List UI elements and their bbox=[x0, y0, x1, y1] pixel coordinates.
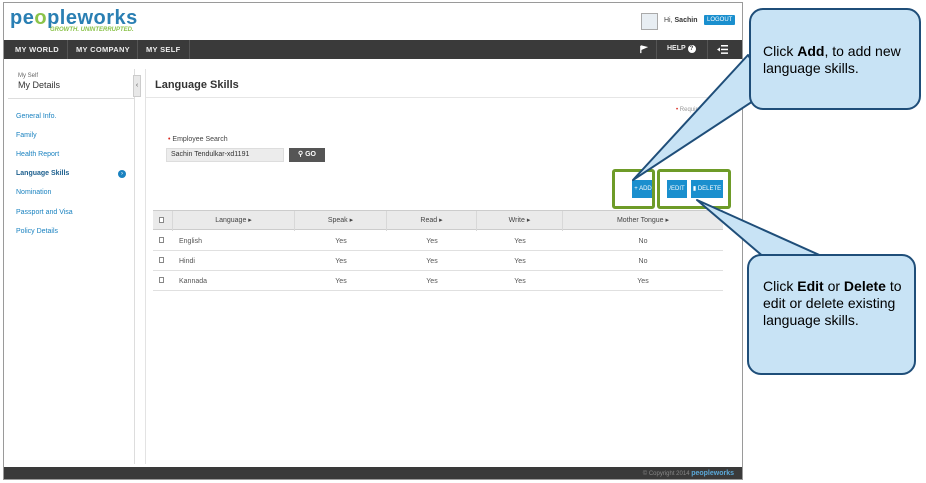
row-checkbox[interactable] bbox=[159, 257, 164, 263]
select-all-cell bbox=[153, 211, 173, 231]
go-label: GO bbox=[305, 151, 316, 158]
edit-delete-callout: Click Edit or Delete to edit or delete e… bbox=[747, 254, 916, 375]
add-callout: Click Add, to add new language skills. bbox=[749, 8, 921, 110]
logo-tagline: GROWTH. UNINTERRUPTED. bbox=[50, 27, 134, 33]
cell-language: Kannada bbox=[179, 278, 208, 285]
table-row[interactable]: Kannada Yes Yes Yes Yes bbox=[153, 272, 723, 291]
sidebar-header: My Self My Details bbox=[8, 69, 135, 99]
go-button[interactable]: ⚲ GO bbox=[289, 148, 325, 162]
cell-language: English bbox=[179, 238, 202, 245]
required-label: Required bbox=[679, 107, 705, 113]
collapse-sidebar-button[interactable]: ‹ bbox=[133, 75, 141, 97]
sidebar-item-language-skills[interactable]: Language Skills bbox=[16, 170, 69, 177]
arrow-right-icon: › bbox=[118, 170, 126, 178]
logout-button[interactable]: LOGOUT bbox=[704, 15, 736, 25]
callout-text: or bbox=[823, 278, 844, 294]
main-nav: MY WORLD MY COMPANY MY SELF HELP ? bbox=[4, 40, 742, 59]
copyright-text: © Copyright 2014 bbox=[642, 471, 690, 477]
logo-text: peopleworks bbox=[10, 7, 138, 29]
avatar[interactable] bbox=[641, 13, 658, 30]
callout-bold: Edit bbox=[797, 278, 824, 294]
footer-brand: peopleworks bbox=[691, 470, 734, 477]
employee-search-label: • Employee Search bbox=[168, 136, 228, 143]
callout-text: Click bbox=[763, 278, 798, 294]
help-label: HELP bbox=[667, 45, 686, 52]
nav-divider bbox=[189, 40, 190, 59]
column-label: Language bbox=[215, 217, 247, 224]
flag-icon[interactable] bbox=[639, 45, 649, 56]
cell-read: Yes bbox=[426, 278, 438, 285]
nav-my-company[interactable]: MY COMPANY bbox=[76, 45, 130, 54]
callout-bold: Add bbox=[797, 43, 825, 59]
edit-delete-highlight bbox=[657, 169, 731, 209]
table-header: Language ▸ Speak ▸ Read ▸ Write ▸ Mother… bbox=[153, 210, 723, 231]
app-window: peopleworks GROWTH. UNINTERRUPTED. Hi, S… bbox=[3, 2, 743, 480]
employee-search-text: Employee Search bbox=[172, 136, 228, 143]
column-header-language[interactable]: Language ▸ bbox=[173, 211, 295, 231]
sidebar-item-nomination[interactable]: Nomination bbox=[16, 189, 51, 196]
row-checkbox[interactable] bbox=[159, 277, 164, 283]
brand-logo[interactable]: peopleworks GROWTH. UNINTERRUPTED. bbox=[10, 7, 138, 33]
select-all-checkbox[interactable] bbox=[159, 217, 164, 223]
row-checkbox[interactable] bbox=[159, 237, 164, 243]
sidebar-title: My Details bbox=[18, 80, 61, 90]
required-note: • Required bbox=[676, 107, 704, 113]
sidebar-item-health-report[interactable]: Health Report bbox=[16, 151, 59, 158]
cell-read: Yes bbox=[426, 258, 438, 265]
cell-read: Yes bbox=[426, 238, 438, 245]
column-label: Read bbox=[420, 217, 438, 224]
sidebar-subtitle: My Self bbox=[18, 73, 39, 79]
cell-speak: Yes bbox=[335, 238, 347, 245]
callout-text: Click bbox=[763, 43, 798, 59]
cell-mother-tongue: No bbox=[638, 238, 648, 245]
sidebar-item-policy-details[interactable]: Policy Details bbox=[16, 228, 58, 235]
divider bbox=[146, 97, 740, 98]
cell-write: Yes bbox=[514, 258, 526, 265]
help-icon: ? bbox=[687, 45, 696, 53]
main-content: Language Skills • Required • Employee Se… bbox=[145, 69, 740, 464]
required-star: • bbox=[168, 136, 171, 143]
nav-divider bbox=[707, 40, 708, 59]
page-title: Language Skills bbox=[155, 79, 239, 91]
column-label: Write bbox=[508, 217, 525, 224]
help-button[interactable]: HELP ? bbox=[667, 45, 696, 53]
greeting-text: Hi, bbox=[664, 17, 673, 24]
nav-my-self[interactable]: MY SELF bbox=[146, 45, 180, 54]
top-header: peopleworks GROWTH. UNINTERRUPTED. Hi, S… bbox=[4, 3, 742, 39]
column-header-write[interactable]: Write ▸ bbox=[477, 211, 563, 231]
cell-speak: Yes bbox=[335, 258, 347, 265]
user-greeting: Hi, Sachin bbox=[664, 17, 697, 24]
table-row[interactable]: Hindi Yes Yes Yes No bbox=[153, 252, 723, 271]
callout-bold: Delete bbox=[843, 278, 886, 294]
table-row[interactable]: English Yes Yes Yes No bbox=[153, 232, 723, 251]
column-header-read[interactable]: Read ▸ bbox=[387, 211, 477, 231]
nav-divider bbox=[67, 40, 68, 59]
employee-search-input[interactable]: Sachin Tendulkar-xd1191 bbox=[166, 148, 284, 162]
add-highlight bbox=[612, 169, 655, 209]
nav-divider bbox=[656, 40, 657, 59]
nav-my-world[interactable]: MY WORLD bbox=[15, 45, 59, 54]
cell-speak: Yes bbox=[335, 278, 347, 285]
sidebar-item-family[interactable]: Family bbox=[16, 132, 37, 139]
sidebar-item-passport-visa[interactable]: Passport and Visa bbox=[16, 209, 73, 216]
username: Sachin bbox=[674, 17, 698, 24]
column-label: Mother Tongue bbox=[616, 217, 664, 224]
cell-mother-tongue: No bbox=[638, 258, 648, 265]
cell-language: Hindi bbox=[179, 258, 195, 265]
search-icon: ⚲ bbox=[298, 151, 304, 158]
cell-write: Yes bbox=[514, 238, 526, 245]
footer: © Copyright 2014 peopleworks bbox=[4, 467, 742, 479]
cell-mother-tongue: Yes bbox=[637, 278, 649, 285]
column-label: Speak bbox=[327, 217, 348, 224]
nav-divider bbox=[137, 40, 138, 59]
sidebar-item-general-info[interactable]: General Info. bbox=[16, 113, 56, 120]
sidebar: My Self My Details General Info. Family … bbox=[8, 69, 135, 464]
menu-icon[interactable] bbox=[717, 45, 728, 56]
cell-write: Yes bbox=[514, 278, 526, 285]
column-header-speak[interactable]: Speak ▸ bbox=[295, 211, 387, 231]
column-header-mother-tongue[interactable]: Mother Tongue ▸ bbox=[563, 211, 723, 231]
required-star: • bbox=[676, 107, 679, 113]
copyright: © Copyright 2014 peopleworks bbox=[643, 470, 734, 477]
